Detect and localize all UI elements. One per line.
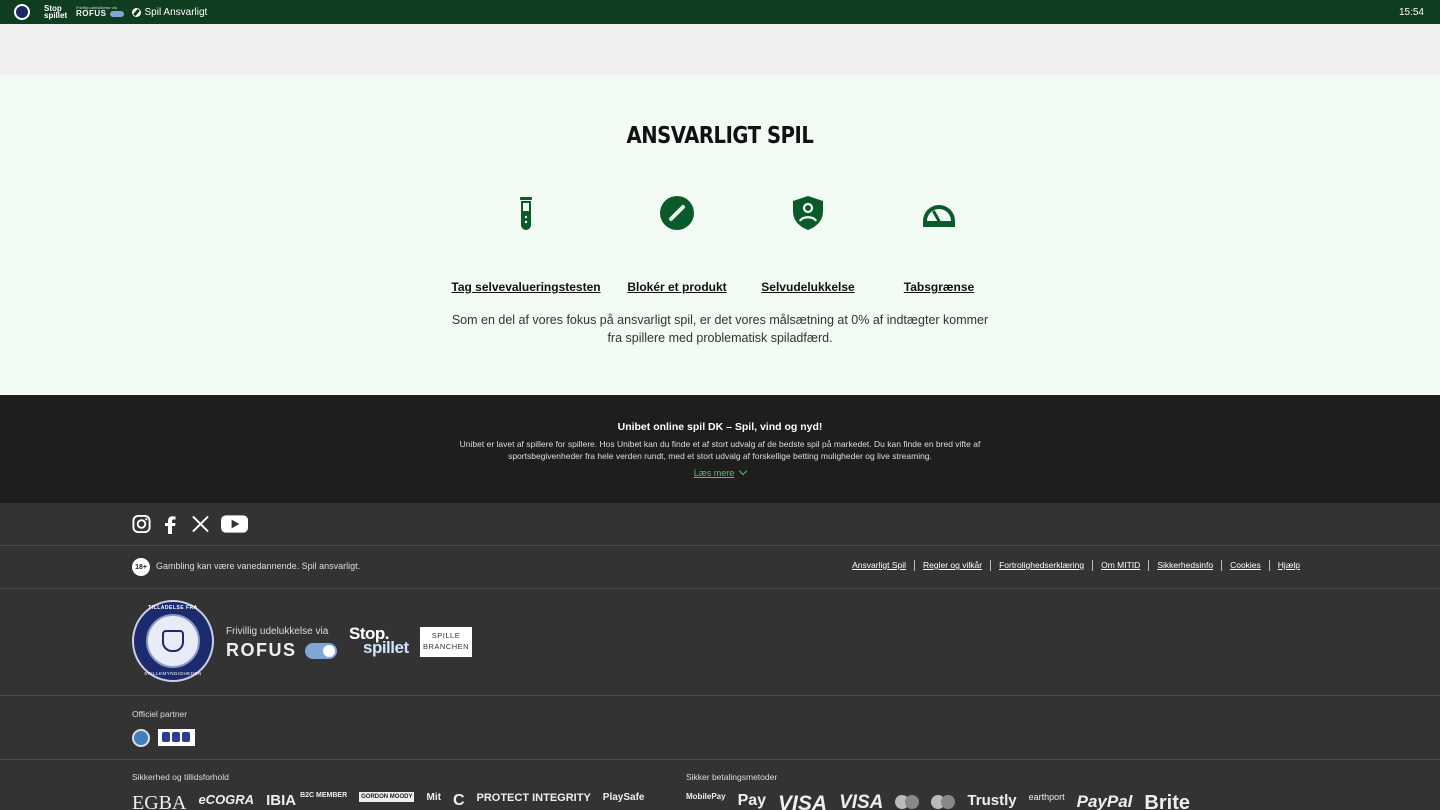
self-test-link[interactable]: Tag selvevalueringstesten — [441, 280, 611, 294]
stop-spillet-logo-large[interactable]: Stop. spillet — [349, 625, 409, 657]
ibia-logo[interactable]: IBIA — [266, 792, 296, 809]
read-more-label: Læs mere — [693, 468, 735, 478]
spillemyndigheden-seal-icon[interactable] — [14, 4, 30, 20]
trust-payment-section: Sikkerhed og tillidsforhold EGBA eCOGRA … — [0, 760, 1440, 810]
paypal-logo[interactable]: PayPal — [1077, 792, 1133, 810]
crown-icon — [162, 630, 184, 652]
crown-emblem — [146, 614, 200, 668]
header-spacer — [0, 24, 1440, 75]
test-tube-icon — [520, 197, 532, 230]
instagram-icon[interactable] — [132, 514, 151, 534]
responsible-gaming-text: Som en del af vores fokus på ansvarligt … — [451, 313, 989, 345]
responsible-gaming-label: Spil Ansvarligt — [144, 6, 208, 18]
partner-label: Officiel partner — [132, 709, 188, 719]
link-cookies[interactable]: Cookies — [1221, 560, 1269, 571]
age-18-icon: 18+ — [132, 558, 150, 576]
partner-badges-icon[interactable] — [158, 729, 195, 746]
ecogra-logo[interactable]: eCOGRA — [198, 792, 254, 807]
spillet-word: spillet — [363, 638, 409, 657]
about-section: Unibet online spil DK – Spil, vind og ny… — [0, 395, 1440, 503]
rofus-toggle-icon — [109, 11, 124, 17]
b2c-member-badge: B2C MEMBER — [300, 792, 348, 799]
stop-spillet-logo[interactable]: Stop spillet — [44, 5, 68, 20]
security-logos: EGBA eCOGRA IBIA B2C MEMBER GORDON MOODY… — [132, 792, 656, 810]
link-regler[interactable]: Regler og vilkår — [914, 560, 990, 571]
partner-club-icon[interactable] — [132, 729, 150, 747]
legal-bar: 18+ Gambling kan være vanedannende. Spil… — [0, 546, 1440, 589]
about-title: Unibet online spil DK – Spil, vind og ny… — [617, 421, 823, 433]
self-test-item[interactable]: Tag selvevalueringstesten — [441, 195, 611, 294]
payment-label: Sikker betalingsmetoder — [686, 772, 778, 782]
brite-logo[interactable]: Brite — [1144, 792, 1190, 810]
rofus-logo-large[interactable]: Frivillig udelukkelse via ROFUS — [226, 626, 337, 661]
rofus-caption: Frivillig udelukkelse via — [226, 626, 329, 637]
x-twitter-icon[interactable] — [191, 514, 210, 534]
trustly-logo[interactable]: Trustly — [967, 792, 1016, 809]
c-logo[interactable]: C — [453, 792, 465, 810]
shield-person-icon — [793, 196, 823, 230]
mobilepay-logo[interactable]: MobilePay — [686, 792, 726, 801]
payment-logos: MobilePay Pay VISA VISA Trustly earthpor… — [686, 792, 1202, 810]
rofus-label: ROFUS — [76, 9, 107, 18]
youtube-icon[interactable] — [221, 514, 248, 534]
top-bar: Stop spillet Frivillig udelukkelse via R… — [0, 0, 1440, 24]
link-sikkerhed[interactable]: Sikkerhedsinfo — [1148, 560, 1221, 571]
responsible-gaming-link[interactable]: Spil Ansvarligt — [131, 6, 208, 18]
security-label: Sikkerhed og tillidsforhold — [132, 772, 229, 782]
protect-integrity-logo[interactable]: PROTECT INTEGRITY — [477, 792, 591, 804]
egba-logo[interactable]: EGBA — [132, 792, 186, 810]
section-title: ANSVARLIGT SPIL — [626, 123, 814, 149]
regulatory-logos: TILLADELSE FRA SPILLEMYNDIGHEDEN Frivill… — [0, 589, 1440, 696]
rofus-logo[interactable]: Frivillig udelukkelse via ROFUS — [76, 6, 124, 18]
social-bar — [0, 503, 1440, 546]
earthport-logo[interactable]: earthport — [1029, 792, 1065, 802]
playsafe-logo[interactable]: PlaySafe — [603, 792, 645, 803]
chevron-down-icon — [739, 466, 748, 476]
mitid-logo[interactable]: Mit — [426, 792, 440, 803]
read-more-link[interactable]: Læs mere — [693, 466, 748, 478]
gordon-moody-logo[interactable]: GORDON MOODY — [359, 792, 415, 802]
responsible-gaming-icon — [131, 7, 141, 17]
about-text: Unibet er lavet af spillere for spillere… — [459, 439, 981, 461]
visa-logo[interactable]: VISA — [778, 792, 827, 810]
clock: 15:54 — [1398, 6, 1424, 18]
link-hjaelp[interactable]: Hjælp — [1268, 560, 1308, 571]
rofus-toggle-icon — [304, 642, 337, 659]
responsible-gaming-section: ANSVARLIGT SPIL Tag selvevalueringsteste… — [0, 75, 1440, 396]
loss-limit-link[interactable]: Tabsgrænse — [854, 280, 1024, 294]
spillemyndigheden-seal[interactable]: TILLADELSE FRA SPILLEMYNDIGHEDEN — [132, 600, 214, 682]
facebook-icon[interactable] — [163, 514, 177, 534]
seal-bottom-text: SPILLEMYNDIGHEDEN — [144, 671, 202, 676]
loss-limit-item[interactable]: Tabsgrænse — [854, 195, 1024, 294]
visa-electron-logo[interactable]: VISA — [839, 792, 883, 810]
partner-section: Officiel partner — [0, 696, 1440, 760]
gauge-icon — [923, 205, 955, 227]
link-fortrolighed[interactable]: Fortrolighedserklæring — [990, 560, 1092, 571]
rofus-wordmark: ROFUS — [226, 640, 297, 660]
legal-links: Ansvarligt Spil Regler og vilkår Fortrol… — [844, 560, 1308, 571]
spillebranchen-logo[interactable]: SPILLE BRANCHEN — [420, 627, 472, 657]
link-ansvarligt-spil[interactable]: Ansvarligt Spil — [844, 560, 914, 571]
gambling-warning: Gambling kan være vanedannende. Spil ans… — [156, 561, 361, 571]
maestro-icon[interactable] — [931, 795, 956, 809]
mastercard-icon[interactable] — [895, 795, 920, 809]
link-mitid[interactable]: Om MITID — [1092, 560, 1148, 571]
seal-top-text: TILLADELSE FRA — [148, 605, 198, 611]
apple-pay-logo[interactable]: Pay — [738, 792, 766, 810]
block-icon — [660, 196, 694, 230]
